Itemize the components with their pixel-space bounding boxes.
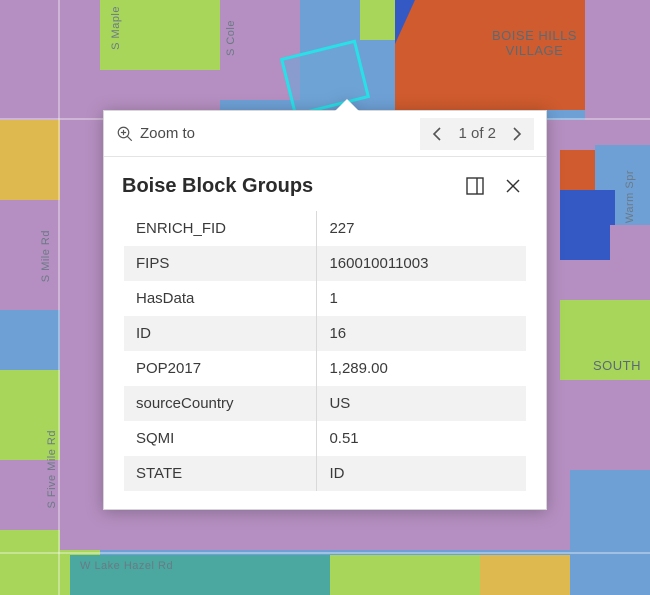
map-label-s-mile-rd: S Mile Rd bbox=[40, 230, 52, 282]
map-label-s-cole: S Cole bbox=[225, 20, 237, 56]
feature-popup: Zoom to 1 of 2 Boise Block Groups bbox=[103, 110, 547, 510]
table-row: ENRICH_FID227 bbox=[124, 211, 526, 246]
attr-key: STATE bbox=[124, 456, 317, 491]
attr-key: SQMI bbox=[124, 421, 317, 456]
attr-key: FIPS bbox=[124, 246, 317, 281]
table-row: POP20171,289.00 bbox=[124, 351, 526, 386]
popup-toolbar: Zoom to 1 of 2 bbox=[104, 111, 546, 157]
attr-value: US bbox=[317, 386, 526, 421]
pager-prev-button[interactable] bbox=[426, 123, 448, 145]
map-label-s-five-mile-rd: S Five Mile Rd bbox=[46, 430, 58, 509]
attr-value: ID bbox=[317, 456, 526, 491]
map-label-s-maple: S Maple bbox=[110, 6, 122, 50]
attr-value: 0.51 bbox=[317, 421, 526, 456]
map-label-warm-springs: Warm Spr bbox=[624, 170, 636, 223]
attribute-table: ENRICH_FID227FIPS160010011003HasData1ID1… bbox=[124, 211, 526, 491]
dock-button[interactable] bbox=[460, 171, 490, 201]
map-label-boise-hills: BOISE HILLSVILLAGE bbox=[492, 28, 577, 58]
attr-value: 160010011003 bbox=[317, 246, 526, 281]
table-row: HasData1 bbox=[124, 281, 526, 316]
table-row: STATEID bbox=[124, 456, 526, 491]
attr-value: 227 bbox=[317, 211, 526, 246]
popup-header: Boise Block Groups bbox=[104, 157, 546, 211]
feature-pager: 1 of 2 bbox=[420, 118, 534, 150]
map-label-south: SOUTH bbox=[593, 358, 641, 373]
attr-key: POP2017 bbox=[124, 351, 317, 386]
popup-pointer bbox=[335, 99, 359, 111]
attr-value: 1,289.00 bbox=[317, 351, 526, 386]
attr-key: sourceCountry bbox=[124, 386, 317, 421]
zoom-to-label: Zoom to bbox=[140, 125, 195, 142]
zoom-in-icon bbox=[116, 125, 134, 143]
pager-text: 1 of 2 bbox=[454, 125, 500, 142]
attr-value: 1 bbox=[317, 281, 526, 316]
table-row: SQMI0.51 bbox=[124, 421, 526, 456]
pager-next-button[interactable] bbox=[506, 123, 528, 145]
attr-key: ID bbox=[124, 316, 317, 351]
attr-key: ENRICH_FID bbox=[124, 211, 317, 246]
close-button[interactable] bbox=[498, 171, 528, 201]
attr-key: HasData bbox=[124, 281, 317, 316]
attr-value: 16 bbox=[317, 316, 526, 351]
zoom-to-button[interactable]: Zoom to bbox=[116, 125, 195, 143]
popup-title: Boise Block Groups bbox=[122, 175, 452, 198]
table-row: sourceCountryUS bbox=[124, 386, 526, 421]
table-row: FIPS160010011003 bbox=[124, 246, 526, 281]
table-row: ID16 bbox=[124, 316, 526, 351]
map-label-lake-hazel: W Lake Hazel Rd bbox=[80, 560, 173, 572]
